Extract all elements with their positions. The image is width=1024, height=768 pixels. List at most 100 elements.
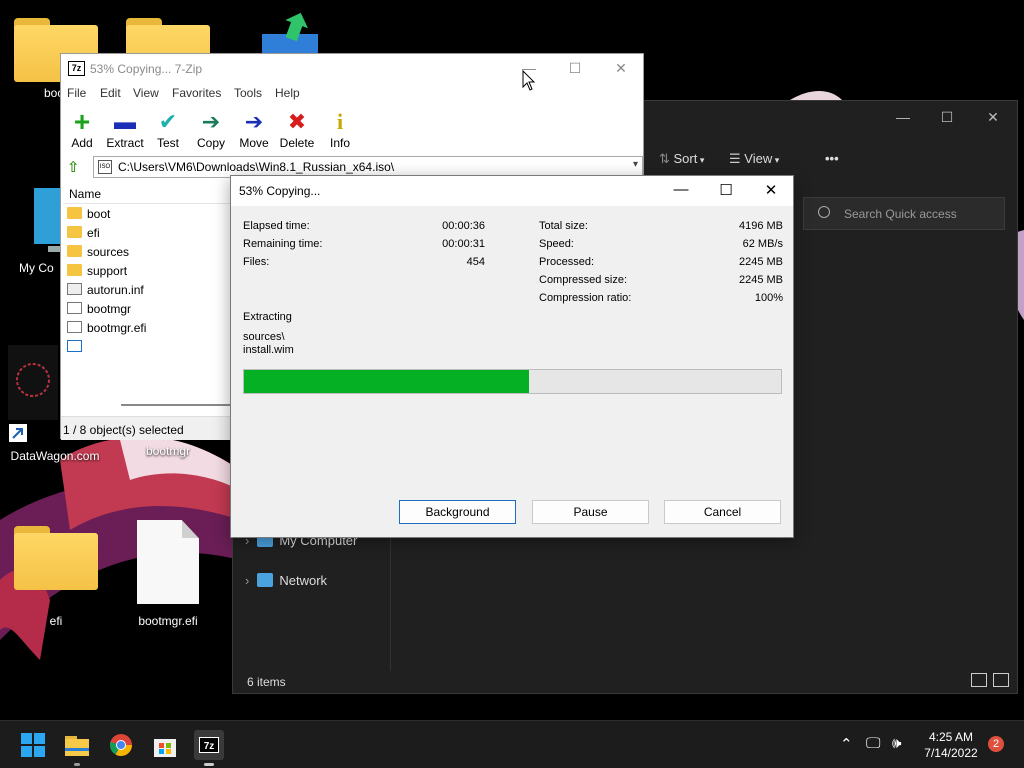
network-icon[interactable]: 🖵 (866, 735, 880, 752)
status-bar: 1 / 8 object(s) selected (61, 416, 231, 440)
nav-item-network[interactable]: › Network (245, 573, 327, 588)
download-arrow-icon (262, 12, 318, 58)
background-button[interactable]: Background (399, 500, 516, 524)
start-button[interactable] (18, 730, 48, 760)
folder-icon (14, 526, 98, 590)
menu-file[interactable]: File (67, 86, 86, 100)
image-file-icon (67, 340, 82, 352)
maximize-button[interactable]: ☐ (935, 109, 959, 126)
extract-icon: ▬ (114, 109, 136, 134)
move-button[interactable]: ➔ Move (231, 110, 277, 151)
desktop-icon-label: efi (49, 614, 63, 628)
menu-help[interactable]: Help (275, 86, 300, 100)
file-name: boot (87, 207, 111, 221)
remaining-time-label: Remaining time: (243, 238, 323, 250)
minimize-button[interactable]: — (669, 181, 693, 198)
delete-button[interactable]: ✖ Delete (274, 109, 320, 151)
chevron-down-icon[interactable]: ▾ (633, 159, 638, 170)
network-icon (257, 573, 274, 587)
close-button[interactable]: ✕ (759, 181, 783, 199)
cancel-button[interactable]: Cancel (664, 500, 781, 524)
title-bar[interactable]: 7z 53% Copying... 7-Zip — ☐ ✕ (61, 54, 643, 84)
list-item[interactable]: efi (63, 223, 230, 242)
up-folder-icon[interactable]: ⇧ (67, 158, 80, 176)
sort-label: Sort (673, 151, 698, 166)
chrome-icon (110, 734, 132, 756)
search-icon (818, 206, 830, 218)
desktop-icon-efi[interactable]: efi (6, 526, 106, 628)
test-button[interactable]: ✔ Test (145, 109, 191, 151)
chevron-right-icon: › (245, 573, 250, 588)
maximize-button[interactable]: ☐ (563, 60, 587, 77)
taskbar-store[interactable] (150, 730, 180, 760)
file-icon (67, 302, 82, 314)
folder-icon (67, 264, 82, 276)
list-item[interactable]: bootmgr.efi (63, 318, 230, 337)
list-item[interactable]: autorun.inf (63, 280, 230, 299)
menu-favorites[interactable]: Favorites (172, 86, 221, 100)
svg-text:7z: 7z (204, 741, 215, 752)
menu-view[interactable]: View (133, 86, 159, 100)
menu-bar: File Edit View Favorites Tools Help (61, 84, 643, 104)
minimize-button[interactable]: — (891, 109, 915, 125)
copy-button[interactable]: ➔ Copy (188, 110, 234, 151)
dialog-title-bar[interactable]: 53% Copying... — ☐ ✕ (231, 176, 793, 206)
delete-icon: ✖ (287, 109, 307, 134)
tiles-view-icon[interactable] (993, 673, 1009, 687)
desktop-icon-label: bootmgr (145, 444, 191, 458)
close-button[interactable]: ✕ (981, 109, 1005, 126)
desktop-icon-label: DataWagon.com (10, 449, 100, 463)
sort-button[interactable]: ⇅ Sort ▾ (659, 151, 704, 167)
files-label: Files: (243, 256, 270, 268)
dialog-title: 53% Copying... (239, 184, 321, 198)
test-icon: ✔ (158, 109, 178, 134)
processed-value: 2245 MB (738, 256, 783, 268)
list-item[interactable]: support (63, 261, 230, 280)
volume-icon[interactable]: 🕪 (892, 735, 901, 752)
search-input[interactable]: Search Quick access (803, 197, 1005, 230)
operation-label: Extracting (243, 311, 292, 323)
add-button[interactable]: + Add (59, 108, 105, 151)
folder-icon (65, 736, 89, 756)
desktop-icon-bootmgr-efi[interactable]: bootmgr.efi (118, 520, 218, 628)
running-indicator (74, 763, 80, 766)
view-button[interactable]: ☰ View ▾ (729, 151, 779, 167)
path-text: C:\Users\VM6\Downloads\Win8.1_Russian_x6… (118, 160, 395, 174)
nav-item-label: Network (279, 573, 328, 588)
file-name: autorun.inf (87, 283, 144, 297)
7zip-icon: 7z (199, 737, 219, 753)
list-item[interactable]: sources (63, 242, 230, 261)
file-name: efi (87, 226, 100, 240)
info-button[interactable]: i Info (317, 110, 363, 151)
list-item[interactable]: bootmgr (63, 299, 230, 318)
remaining-time-value: 00:00:31 (442, 238, 485, 250)
pause-button[interactable]: Pause (532, 500, 649, 524)
progress-bar-fill (244, 370, 529, 393)
menu-edit[interactable]: Edit (100, 86, 121, 100)
compression-ratio-label: Compression ratio: (539, 292, 632, 304)
menu-tools[interactable]: Tools (234, 86, 262, 100)
sort-icon: ⇅ (659, 151, 674, 166)
details-view-icon[interactable] (971, 673, 987, 687)
folder-icon (67, 226, 82, 238)
list-item[interactable] (63, 337, 230, 356)
taskbar-chrome[interactable] (106, 730, 136, 760)
maximize-button[interactable]: ☐ (714, 181, 738, 199)
test-label: Test (156, 136, 179, 150)
move-label: Move (239, 136, 269, 150)
list-item[interactable]: boot (63, 204, 230, 223)
progress-dialog[interactable]: 53% Copying... — ☐ ✕ Elapsed time: 00:00… (230, 175, 794, 538)
more-options-button[interactable]: ••• (825, 151, 839, 166)
compression-ratio-value: 100% (754, 292, 783, 304)
close-button[interactable]: ✕ (609, 60, 633, 77)
file-icon (137, 520, 199, 604)
taskbar-7zip[interactable]: 7z (194, 730, 224, 766)
horizontal-scrollbar[interactable] (121, 404, 231, 406)
active-indicator (204, 763, 214, 766)
extract-button[interactable]: ▬ Extract (102, 109, 148, 151)
taskbar-file-explorer[interactable] (62, 730, 92, 766)
chevron-up-icon[interactable]: ⌃ (840, 735, 853, 753)
column-header-name[interactable]: Name (63, 182, 230, 204)
clock[interactable]: 4:25 AM 7/14/2022 (918, 729, 984, 761)
notification-badge[interactable]: 2 (988, 736, 1004, 752)
